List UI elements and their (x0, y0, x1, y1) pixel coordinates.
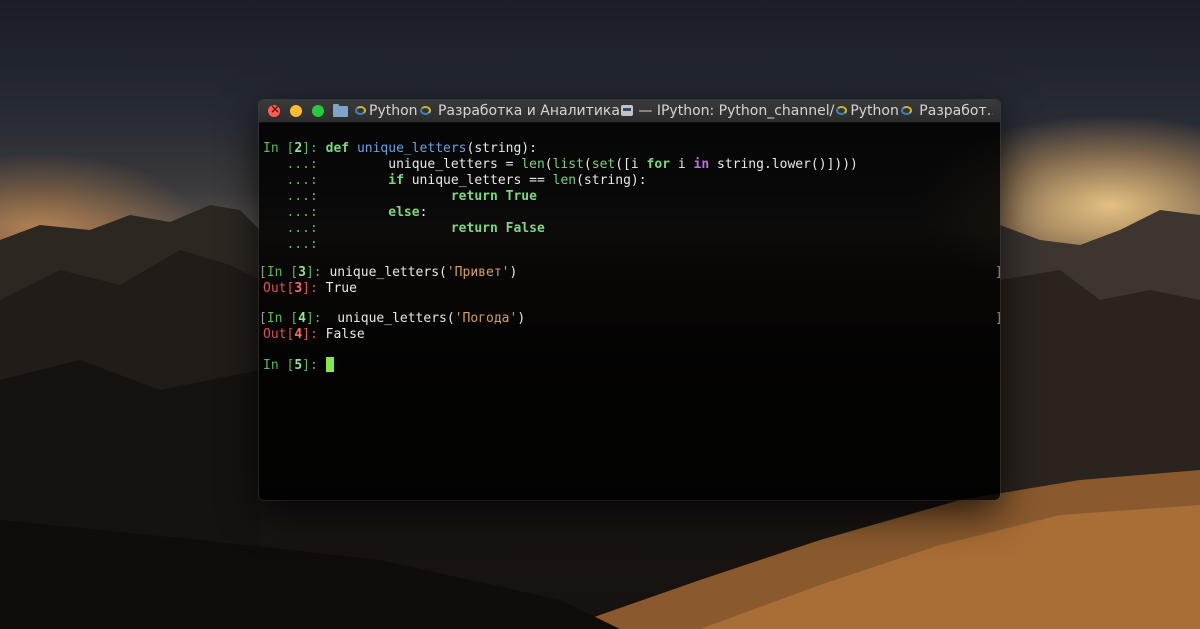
continuation-prompt: ...: (263, 173, 326, 188)
code-line-else: ...: else: (263, 205, 428, 220)
text-cursor (325, 357, 334, 372)
code-line-empty: ...: (263, 237, 326, 253)
continuation-prompt: ...: (263, 205, 326, 220)
close-window-button[interactable] (268, 102, 280, 117)
minimize-window-button[interactable] (290, 105, 302, 117)
output-prompt: Out[3]: (263, 281, 326, 296)
python-snake-icon (419, 106, 433, 116)
continuation-prompt: ...: (263, 157, 326, 172)
continuation-prompt: ...: (263, 189, 326, 204)
python-snake-icon (835, 106, 849, 116)
code-line-if: ...: if unique_letters == len(string): (263, 173, 647, 188)
input-prompt: In [4]: (266, 311, 330, 326)
zoom-window-button[interactable] (312, 105, 324, 117)
cell-5-input[interactable]: In [5]: (263, 357, 334, 373)
cell-4-bracket: ] (995, 311, 1000, 327)
terminal-window[interactable]: Python Разработка и Аналитика — IPython:… (259, 100, 1000, 500)
cell-4-output: Out[4]: False (263, 327, 365, 342)
code-line-def: In [2]: def unique_letters(string): (263, 141, 537, 156)
folder-icon (333, 104, 348, 117)
continuation-prompt: ...: (263, 237, 326, 252)
continuation-prompt: ...: (263, 221, 326, 236)
terminal-content[interactable]: In [2]: def unique_letters(string): ...:… (259, 123, 1000, 500)
code-line-return-false: ...: return False (263, 221, 545, 236)
hill-slope-dark (0, 520, 620, 629)
window-titlebar[interactable]: Python Разработка и Аналитика — IPython:… (259, 100, 1000, 123)
python-snake-icon (900, 106, 914, 116)
output-prompt: Out[4]: (263, 327, 326, 342)
cell-3-input: [In [3]: unique_letters('Привет') (259, 265, 518, 280)
input-prompt: In [5]: (263, 358, 326, 373)
input-prompt: In [2]: (263, 141, 326, 156)
cell-4-input: [In [4]: unique_letters('Погода') (259, 311, 526, 326)
window-title: Python Разработка и Аналитика — IPython:… (353, 103, 993, 119)
input-prompt: In [3]: (266, 265, 330, 280)
python-snake-icon (354, 106, 368, 116)
robot-icon (620, 105, 633, 116)
cell-3-output: Out[3]: True (263, 281, 357, 296)
code-line-return-true: ...: return True (263, 189, 537, 204)
code-line-assign: ...: unique_letters = len(list(set([i fo… (263, 157, 858, 172)
cell-3-bracket: ] (995, 265, 1000, 281)
